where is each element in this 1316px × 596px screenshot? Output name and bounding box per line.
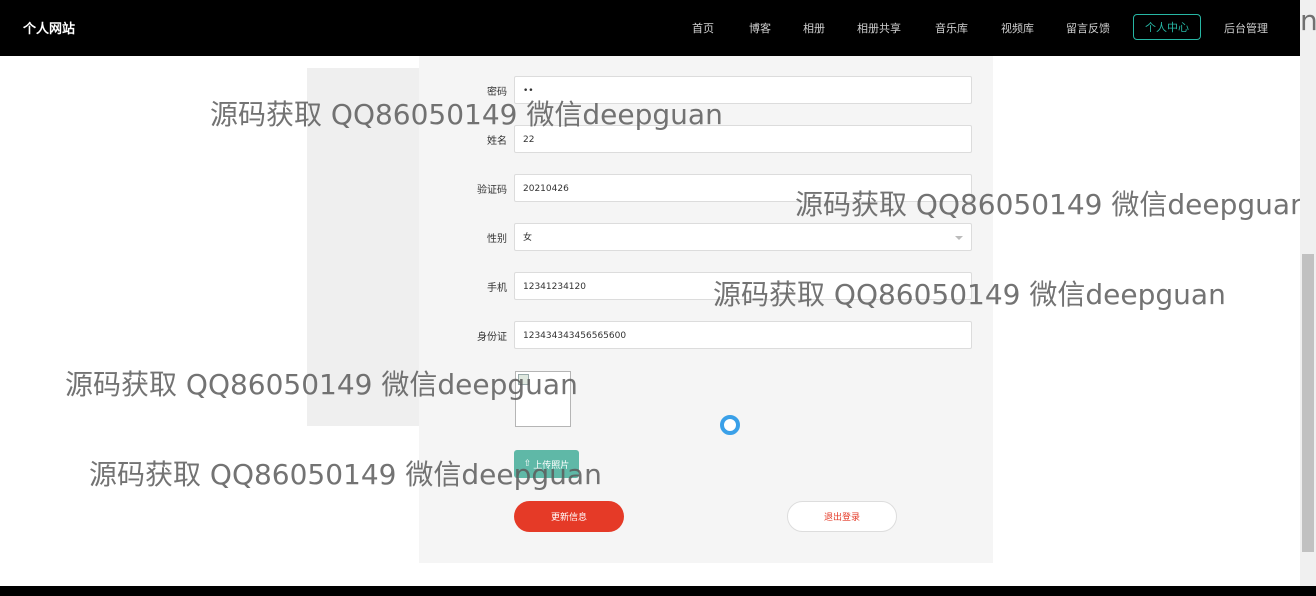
- name-row: 姓名 22: [419, 125, 993, 153]
- phone-row: 手机 12341234120: [419, 272, 993, 300]
- phone-label: 手机: [487, 283, 507, 294]
- password-input[interactable]: ••: [514, 76, 972, 104]
- chevron-down-icon: [955, 236, 963, 240]
- site-brand[interactable]: 个人网站: [23, 18, 75, 37]
- profile-form: 密码 •• 姓名 22 验证码 20210426 性别 女 手机 1234123…: [419, 56, 993, 563]
- name-input[interactable]: 22: [514, 125, 972, 153]
- top-navbar: 个人网站 首页 博客 相册 相册共享 音乐库 视频库 留言反馈 个人中心 后台管…: [0, 0, 1316, 56]
- nav-admin[interactable]: 后台管理: [1224, 20, 1268, 36]
- captcha-row: 验证码 20210426: [419, 174, 993, 202]
- upload-photo-button[interactable]: ⇧ 上传照片: [514, 450, 579, 478]
- nav-home[interactable]: 首页: [692, 20, 714, 36]
- update-info-button[interactable]: 更新信息: [514, 501, 624, 532]
- upload-photo-label: 上传照片: [533, 460, 570, 471]
- loading-spinner-icon: [720, 415, 740, 435]
- upload-icon: ⇧: [523, 459, 532, 469]
- captcha-input[interactable]: 20210426: [514, 174, 972, 202]
- nav-feedback[interactable]: 留言反馈: [1066, 20, 1110, 36]
- nav-video[interactable]: 视频库: [1001, 20, 1034, 36]
- captcha-label: 验证码: [477, 185, 507, 196]
- password-row: 密码 ••: [419, 76, 993, 104]
- idcard-label: 身份证: [477, 332, 507, 343]
- nav-personal-center[interactable]: 个人中心: [1133, 14, 1201, 40]
- gender-value: 女: [523, 233, 533, 243]
- gender-row: 性别 女: [419, 223, 993, 251]
- idcard-row: 身份证 123434343456565600: [419, 321, 993, 349]
- nav-album-share[interactable]: 相册共享: [857, 20, 901, 36]
- side-panel-title-cut: [336, 46, 388, 56]
- name-label: 姓名: [487, 136, 507, 147]
- watermark-edge: n: [1300, 4, 1316, 37]
- broken-image-icon: [518, 374, 529, 385]
- phone-input[interactable]: 12341234120: [514, 272, 972, 300]
- nav-album[interactable]: 相册: [803, 20, 825, 36]
- gender-select[interactable]: 女: [514, 223, 972, 251]
- nav-blog[interactable]: 博客: [749, 20, 771, 36]
- page-footer: [0, 586, 1316, 596]
- vertical-scrollbar-thumb[interactable]: [1302, 254, 1314, 552]
- password-label: 密码: [487, 87, 507, 98]
- side-panel: [307, 68, 419, 426]
- idcard-input[interactable]: 123434343456565600: [514, 321, 972, 349]
- gender-label: 性别: [487, 234, 507, 245]
- photo-preview: [515, 371, 571, 427]
- nav-music[interactable]: 音乐库: [935, 20, 968, 36]
- logout-button[interactable]: 退出登录: [787, 501, 897, 532]
